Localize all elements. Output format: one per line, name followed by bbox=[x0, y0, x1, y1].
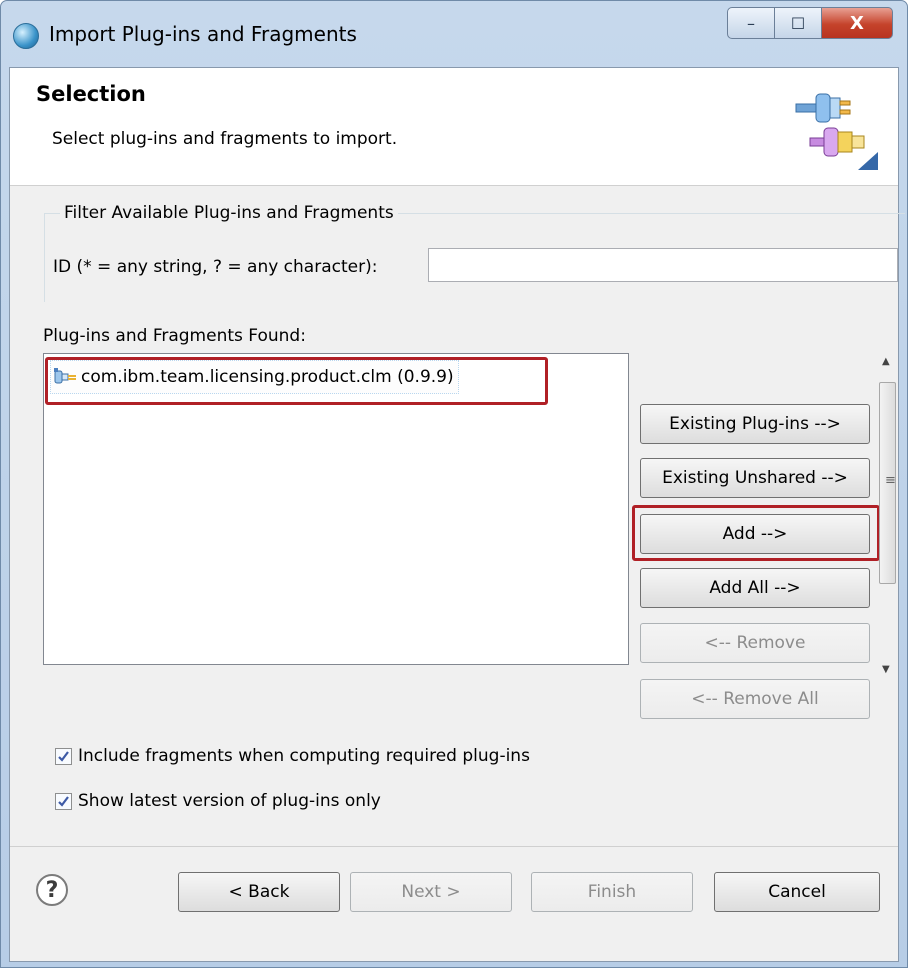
scroll-grip-icon: ≡ bbox=[885, 473, 896, 488]
add-button[interactable]: Add --> bbox=[640, 514, 870, 554]
import-dialog-window: Import Plug-ins and Fragments – ☐ X Sele… bbox=[0, 0, 908, 968]
cancel-button-label: Cancel bbox=[768, 882, 826, 902]
wizard-footer: ? < Back Next > Finish Cancel bbox=[10, 846, 898, 962]
next-button[interactable]: Next > bbox=[350, 872, 512, 912]
maximize-icon: ☐ bbox=[790, 13, 806, 33]
id-filter-input[interactable] bbox=[428, 248, 898, 282]
scrollbar-thumb[interactable]: ≡ bbox=[879, 382, 896, 584]
latest-version-checkbox[interactable] bbox=[55, 792, 72, 810]
scroll-down-arrow-icon[interactable]: ▼ bbox=[882, 664, 890, 675]
back-button-label: < Back bbox=[228, 882, 290, 902]
include-fragments-option[interactable]: Include fragments when computing require… bbox=[55, 746, 530, 766]
existing-unshared-button-label: Existing Unshared --> bbox=[662, 468, 848, 488]
latest-version-option[interactable]: Show latest version of plug-ins only bbox=[55, 791, 381, 811]
maximize-button[interactable]: ☐ bbox=[774, 7, 822, 39]
wizard-content: Filter Available Plug-ins and Fragments … bbox=[10, 186, 905, 846]
page-title: Selection bbox=[36, 82, 146, 106]
minimize-icon: – bbox=[747, 13, 755, 33]
plugin-icon bbox=[54, 368, 76, 384]
next-button-label: Next > bbox=[401, 882, 461, 902]
page-description: Select plug-ins and fragments to import. bbox=[52, 129, 398, 149]
id-filter-label: ID (* = any string, ? = any character): bbox=[53, 257, 378, 277]
window-title: Import Plug-ins and Fragments bbox=[49, 22, 357, 46]
list-item[interactable]: com.ibm.team.licensing.product.clm (0.9.… bbox=[50, 360, 459, 394]
dialog-client-area: Selection Select plug-ins and fragments … bbox=[9, 67, 905, 962]
include-fragments-checkbox[interactable] bbox=[55, 747, 72, 765]
found-plugins-list[interactable]: com.ibm.team.licensing.product.clm (0.9.… bbox=[43, 353, 629, 665]
checkmark-icon bbox=[58, 750, 69, 762]
add-all-button-label: Add All --> bbox=[709, 578, 801, 598]
remove-all-button[interactable]: <-- Remove All bbox=[640, 679, 870, 719]
remove-button-label: <-- Remove bbox=[704, 633, 806, 653]
finish-button-label: Finish bbox=[587, 882, 637, 902]
eclipse-app-icon bbox=[13, 23, 39, 49]
scroll-up-arrow-icon[interactable]: ▲ bbox=[882, 356, 890, 367]
plug-connector-icon bbox=[795, 93, 878, 170]
close-button[interactable]: X bbox=[821, 7, 893, 39]
cancel-button[interactable]: Cancel bbox=[714, 872, 880, 912]
help-icon[interactable]: ? bbox=[36, 874, 68, 906]
wizard-header: Selection Select plug-ins and fragments … bbox=[10, 68, 898, 186]
checkmark-icon bbox=[58, 795, 69, 807]
remove-button[interactable]: <-- Remove bbox=[640, 623, 870, 663]
back-button[interactable]: < Back bbox=[178, 872, 340, 912]
existing-plugins-button-label: Existing Plug-ins --> bbox=[669, 414, 841, 434]
minimize-button[interactable]: – bbox=[727, 7, 775, 39]
finish-button[interactable]: Finish bbox=[531, 872, 693, 912]
remove-all-button-label: <-- Remove All bbox=[691, 689, 819, 709]
latest-version-label: Show latest version of plug-ins only bbox=[78, 791, 381, 811]
window-controls: – ☐ X bbox=[727, 7, 893, 39]
existing-unshared-button[interactable]: Existing Unshared --> bbox=[640, 458, 870, 498]
vertical-scrollbar[interactable]: ▲ ≡ ▼ bbox=[877, 346, 898, 682]
filter-group-legend: Filter Available Plug-ins and Fragments bbox=[60, 203, 398, 223]
close-icon: X bbox=[850, 12, 864, 34]
include-fragments-label: Include fragments when computing require… bbox=[78, 746, 530, 766]
title-bar[interactable]: Import Plug-ins and Fragments – ☐ X bbox=[1, 1, 907, 67]
list-item-label: com.ibm.team.licensing.product.clm (0.9.… bbox=[81, 367, 454, 387]
add-all-button[interactable]: Add All --> bbox=[640, 568, 870, 608]
existing-plugins-button[interactable]: Existing Plug-ins --> bbox=[640, 404, 870, 444]
add-button-label: Add --> bbox=[722, 524, 788, 544]
found-list-label: Plug-ins and Fragments Found: bbox=[43, 326, 306, 346]
